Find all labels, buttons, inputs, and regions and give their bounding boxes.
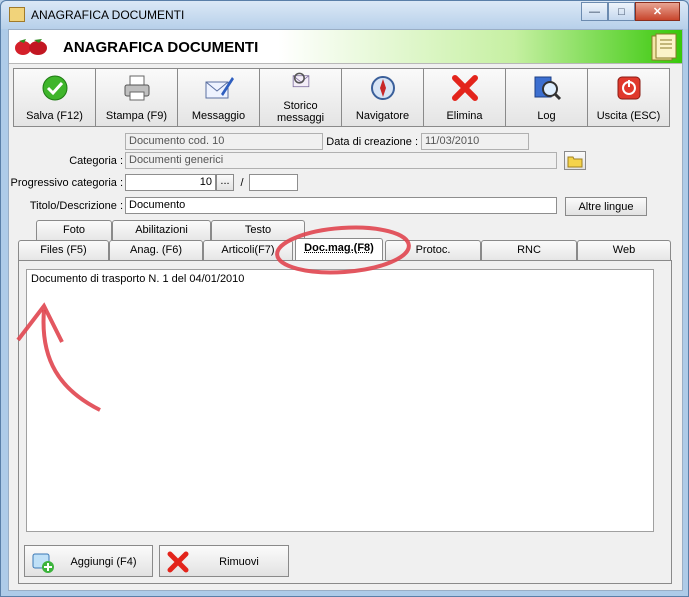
add-label: Aggiungi (F4) (70, 556, 137, 568)
progressive-suffix-field[interactable] (249, 174, 298, 191)
app-window: ANAGRAFICA DOCUMENTI — □ ✕ ANAGRAFICA DO… (0, 0, 689, 597)
header-banner: ANAGRAFICA DOCUMENTI (9, 30, 682, 64)
tab-protoc[interactable]: Protoc. (385, 240, 481, 260)
tab-testo[interactable]: Testo (211, 220, 305, 240)
client-area: ANAGRAFICA DOCUMENTI Salva (F12) Stampa … (8, 29, 683, 591)
toolbar: Salva (F12) Stampa (F9) Messaggio Storic… (13, 68, 678, 128)
delete-label: Elimina (446, 110, 483, 122)
document-code-field: Documento cod. 10 (125, 133, 323, 150)
message-label: Messaggio (191, 110, 246, 122)
print-button[interactable]: Stampa (F9) (95, 68, 178, 127)
delete-button[interactable]: Elimina (423, 68, 506, 127)
window-controls: — □ ✕ (581, 2, 680, 21)
minimize-button[interactable]: — (581, 2, 608, 21)
tab-web[interactable]: Web (577, 240, 671, 260)
doc-mag-panel: Documento di trasporto N. 1 del 04/01/20… (18, 260, 672, 584)
add-item-icon (32, 553, 54, 573)
window-title: ANAGRAFICA DOCUMENTI (31, 8, 185, 22)
compass-icon (370, 76, 395, 100)
log-label: Log (537, 110, 556, 122)
folder-icon (9, 7, 25, 22)
progressive-label: Progressivo categoria : (10, 177, 124, 189)
tab-articoli[interactable]: Articoli(F7) (203, 240, 293, 260)
red-x-icon (451, 75, 478, 101)
navigator-label: Navigatore (355, 110, 410, 122)
tab-abilitazioni[interactable]: Abilitazioni (112, 220, 211, 240)
message-history-label-line1: Storico (283, 100, 318, 112)
banner-title: ANAGRAFICA DOCUMENTI (63, 39, 259, 56)
creation-date-field: 11/03/2010 (421, 133, 529, 150)
progressive-field[interactable]: 10 (125, 174, 216, 191)
linked-document-item[interactable]: Documento di trasporto N. 1 del 04/01/20… (31, 273, 649, 285)
envelope-search-icon (292, 72, 309, 88)
power-icon (617, 76, 640, 100)
message-history-label-line2: messaggi (276, 112, 325, 124)
title-field[interactable]: Documento (125, 197, 557, 214)
message-history-label: Storico messaggi (260, 100, 341, 124)
tab-files[interactable]: Files (F5) (18, 240, 109, 260)
exit-button[interactable]: Uscita (ESC) (587, 68, 670, 127)
open-folder-icon (567, 156, 583, 168)
checkmark-icon (42, 75, 67, 101)
navigator-button[interactable]: Navigatore (341, 68, 424, 127)
save-button[interactable]: Salva (F12) (13, 68, 96, 127)
remove-button[interactable]: Rimuovi (159, 545, 289, 577)
category-label: Categoria : (69, 155, 123, 167)
printer-icon (124, 75, 149, 101)
save-label: Salva (F12) (26, 110, 83, 122)
remove-label: Rimuovi (219, 556, 259, 568)
strawberries-icon (15, 39, 47, 55)
title-bar: ANAGRAFICA DOCUMENTI — □ ✕ (1, 1, 688, 29)
tab-doc-mag[interactable]: Doc.mag.(F8) (295, 238, 383, 260)
category-field: Documenti generici (125, 152, 557, 169)
progressive-picker-button[interactable]: ... (216, 174, 234, 191)
other-languages-button[interactable]: Altre lingue (565, 197, 647, 216)
linked-documents-list[interactable]: Documento di trasporto N. 1 del 04/01/20… (26, 269, 654, 532)
creation-date-label: Data di creazione : (326, 136, 418, 148)
envelope-pen-icon (205, 77, 234, 99)
maximize-button[interactable]: □ (608, 2, 635, 21)
exit-label: Uscita (ESC) (596, 110, 661, 122)
title-label: Titolo/Descrizione : (29, 200, 123, 212)
message-history-button[interactable]: Storico messaggi (259, 68, 342, 127)
print-label: Stampa (F9) (105, 110, 168, 122)
document-folder-icon (651, 33, 677, 61)
progressive-slash: / (240, 177, 244, 189)
message-button[interactable]: Messaggio (177, 68, 260, 127)
magnifier-book-icon (534, 76, 561, 101)
tab-anag[interactable]: Anag. (F6) (109, 240, 203, 260)
tab-foto[interactable]: Foto (36, 220, 112, 240)
log-button[interactable]: Log (505, 68, 588, 127)
tab-rnc[interactable]: RNC (481, 240, 577, 260)
close-button[interactable]: ✕ (635, 2, 680, 21)
category-browse-button[interactable] (564, 151, 586, 170)
red-x-icon (167, 551, 189, 573)
add-button[interactable]: Aggiungi (F4) (24, 545, 153, 577)
